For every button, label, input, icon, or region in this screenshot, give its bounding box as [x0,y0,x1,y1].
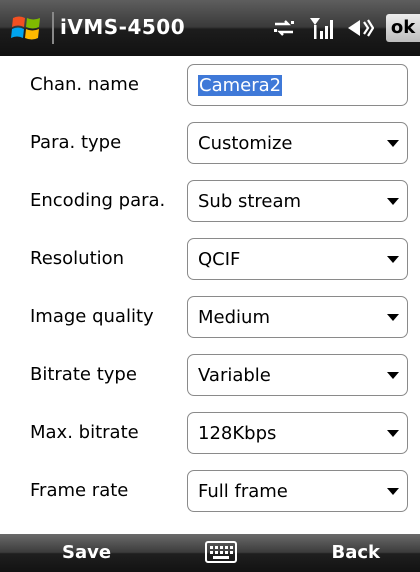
chevron-down-icon [387,140,399,147]
back-button[interactable]: Back [331,542,380,563]
chevron-down-icon [387,488,399,495]
resolution-value: QCIF [198,249,241,270]
chevron-down-icon [387,430,399,437]
status-icons [272,12,374,44]
label-para-type: Para. type [30,132,122,153]
row-encoding-para: Encoding para. Sub stream [0,172,420,230]
bitrate-type-value: Variable [198,365,271,386]
image-quality-value: Medium [198,307,270,328]
channel-settings-form: Chan. name Camera2 Para. type Customize … [0,56,420,534]
label-bitrate-type: Bitrate type [30,364,137,385]
connectivity-icon[interactable] [272,16,296,40]
title-bar: iVMS-4500 ok [0,0,420,56]
max-bitrate-select[interactable]: 128Kbps [187,412,408,454]
encoding-para-select[interactable]: Sub stream [187,180,408,222]
app-title: iVMS-4500 [60,15,186,39]
encoding-para-value: Sub stream [198,191,302,212]
windows-logo-icon[interactable] [10,12,44,44]
max-bitrate-value: 128Kbps [198,423,277,444]
para-type-value: Customize [198,133,293,154]
row-resolution: Resolution QCIF [0,230,420,288]
label-encoding-para: Encoding para. [30,190,166,211]
row-max-bitrate: Max. bitrate 128Kbps [0,404,420,462]
chevron-down-icon [387,372,399,379]
label-resolution: Resolution [30,248,125,269]
label-image-quality: Image quality [30,306,154,327]
para-type-select[interactable]: Customize [187,122,408,164]
ok-button[interactable]: ok [386,14,420,42]
volume-icon[interactable] [346,16,374,40]
image-quality-select[interactable]: Medium [187,296,408,338]
label-frame-rate: Frame rate [30,480,129,501]
chan-name-value: Camera2 [198,75,283,96]
bitrate-type-select[interactable]: Variable [187,354,408,396]
chevron-down-icon [387,256,399,263]
soft-key-bar: Save Back [0,534,420,572]
row-channel-name: Chan. name Camera2 [0,56,420,114]
chevron-down-icon [387,314,399,321]
label-max-bitrate: Max. bitrate [30,422,139,443]
signal-icon[interactable] [308,15,334,41]
row-bitrate-type: Bitrate type Variable [0,346,420,404]
frame-rate-select[interactable]: Full frame [187,470,408,512]
save-button[interactable]: Save [62,542,111,563]
label-chan-name: Chan. name [30,74,139,95]
frame-rate-value: Full frame [198,481,288,502]
row-frame-rate: Frame rate Full frame [0,462,420,520]
title-separator [52,12,54,44]
resolution-select[interactable]: QCIF [187,238,408,280]
row-para-type: Para. type Customize [0,114,420,172]
row-image-quality: Image quality Medium [0,288,420,346]
chevron-down-icon [387,198,399,205]
keyboard-icon[interactable] [205,541,237,563]
chan-name-input[interactable]: Camera2 [187,64,408,106]
